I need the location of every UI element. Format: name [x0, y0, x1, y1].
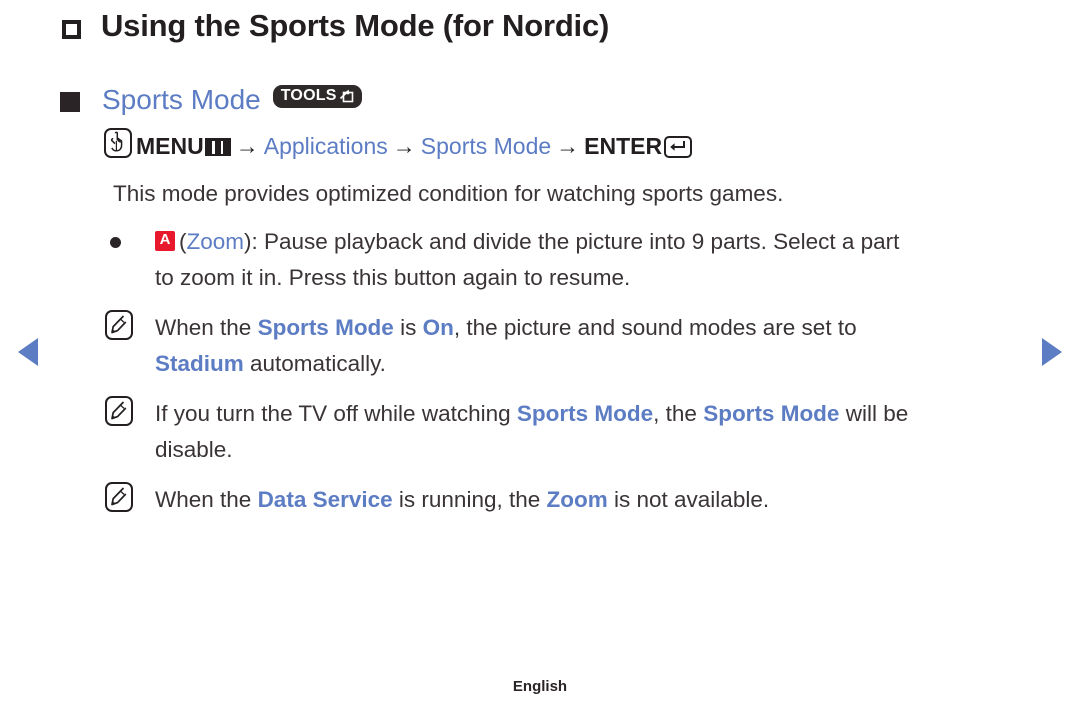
note-pencil-icon — [105, 482, 133, 512]
note-3-seg-1: When the — [155, 487, 258, 512]
body-content: MENU → Applications → Sports Mode → ENTER This… — [0, 128, 1080, 518]
note-1-line-1: When the Sports Mode is On, the picture … — [0, 310, 1080, 346]
path-arrow-3: → — [556, 133, 580, 159]
path-arrow-2: → — [392, 133, 416, 159]
red-a-button-badge: A — [155, 231, 175, 252]
note-pencil-icon-wrap-1 — [105, 310, 147, 346]
menu-grid-icon — [204, 138, 231, 156]
menu-step-2: Applications — [263, 133, 388, 159]
hollow-square-bullet-icon — [62, 19, 81, 39]
touch-hand-icon — [104, 128, 132, 158]
note-1-seg-4: On — [422, 315, 454, 340]
bullet-zoom-keyword: Zoom — [186, 229, 245, 254]
note-2-seg-1: If you turn the TV off while watching — [155, 401, 517, 426]
dot-bullet-icon — [110, 237, 121, 248]
note-2-line-2: disable. — [155, 437, 233, 462]
note-2-line-1: If you turn the TV off while watching Sp… — [0, 396, 1080, 432]
page-title: Using the Sports Mode (for Nordic) — [101, 8, 610, 43]
note-2-seg-3: , the — [653, 401, 704, 426]
note-3-seg-2: Data Service — [257, 487, 393, 512]
bullet-open-paren: ( — [179, 229, 187, 254]
tools-arrow-icon — [339, 88, 354, 103]
section-heading-row: Sports Mode TOOLS — [60, 84, 362, 116]
path-arrow-1: → — [235, 133, 259, 159]
note-3-seg-4: Zoom — [546, 487, 608, 512]
tools-badge: TOOLS — [272, 84, 362, 108]
menu-step-3: Sports Mode — [420, 133, 552, 159]
tools-badge-label: TOOLS — [280, 86, 337, 104]
note-2-seg-5: will be — [839, 401, 909, 426]
note-1-l2-seg-2: automatically. — [243, 351, 386, 376]
note-2-seg-4: Sports Mode — [703, 401, 840, 426]
bullet-zoom-rest: ): Pause playback and divide the picture… — [244, 229, 900, 254]
note-1-line-2: Stadium automatically. — [0, 346, 1080, 382]
note-3-seg-3: is running, the — [392, 487, 547, 512]
bullet-zoom-line-2: to zoom it in. Press this button again t… — [155, 265, 631, 290]
note-pencil-icon — [105, 396, 133, 426]
note-1-seg-5: , the picture and sound modes are set to — [453, 315, 857, 340]
bullet-zoom-line-1: A (Zoom): Pause playback and divide the p… — [0, 224, 1080, 260]
note-pencil-icon-wrap-2 — [105, 396, 147, 432]
note-1-seg-3: is — [393, 315, 423, 340]
filled-square-bullet-icon — [60, 92, 80, 112]
intro-paragraph: This mode provides optimized condition f… — [113, 181, 784, 206]
menu-path-line: MENU → Applications → Sports Mode → ENTER — [0, 128, 1080, 164]
section-heading: Sports Mode — [102, 84, 261, 115]
touch-hand-icon-wrap — [104, 128, 146, 164]
note-3-line-1: When the Data Service is running, the Zo… — [0, 482, 1080, 518]
note-3-seg-5: is not available. — [607, 487, 770, 512]
footer-language: English — [512, 678, 568, 695]
note-pencil-icon-wrap-3 — [105, 482, 147, 518]
menu-step-4: ENTER — [584, 133, 663, 159]
note-1-l2-seg-1: Stadium — [155, 351, 244, 376]
page-title-row: Using the Sports Mode (for Nordic) — [62, 8, 609, 44]
manual-page: Using the Sports Mode (for Nordic) Sport… — [0, 0, 1080, 705]
menu-step-1: MENU — [136, 133, 204, 159]
note-1-seg-1: When the — [155, 315, 258, 340]
enter-return-icon — [664, 136, 693, 158]
note-2-seg-2: Sports Mode — [516, 401, 654, 426]
note-1-seg-2: Sports Mode — [257, 315, 394, 340]
dot-bullet-wrap — [108, 224, 150, 260]
note-pencil-icon — [105, 310, 133, 340]
